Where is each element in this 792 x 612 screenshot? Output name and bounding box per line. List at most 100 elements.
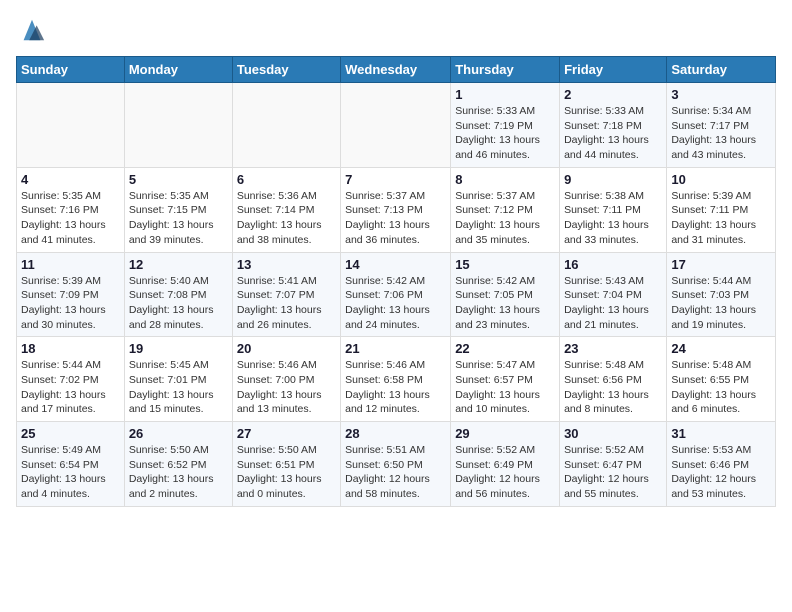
- day-info: Sunrise: 5:53 AM Sunset: 6:46 PM Dayligh…: [671, 443, 771, 502]
- day-number: 28: [345, 426, 446, 441]
- calendar-cell: 5Sunrise: 5:35 AM Sunset: 7:15 PM Daylig…: [124, 167, 232, 252]
- calendar-week-4: 18 Sunrise: 5:44 AM Sunset: 7:02 PM Dayli…: [17, 337, 776, 422]
- calendar-cell: 12Sunrise: 5:40 AM Sunset: 7:08 PM Dayli…: [124, 252, 232, 337]
- calendar-cell: 19 Sunrise: 5:45 AM Sunset: 7:01 PM Dayli…: [124, 337, 232, 422]
- calendar-cell: 22Sunrise: 5:47 AM Sunset: 6:57 PM Dayli…: [451, 337, 560, 422]
- day-info: Sunrise: 5:37 AM Sunset: 7:12 PM Dayligh…: [455, 189, 555, 248]
- day-number: 22: [455, 341, 555, 356]
- logo-icon: [18, 16, 46, 44]
- day-number: 4: [21, 172, 120, 187]
- calendar-cell: 15 Sunrise: 5:42 AM Sunset: 7:05 PM Dayli…: [451, 252, 560, 337]
- day-info: Sunrise: 5:52 AM Sunset: 6:47 PM Dayligh…: [564, 443, 662, 502]
- day-info: Sunrise: 5:46 AM Sunset: 7:00 PM Dayligh…: [237, 358, 336, 417]
- day-info: Sunrise: 5:36 AM Sunset: 7:14 PM Dayligh…: [237, 189, 336, 248]
- day-number: 12: [129, 257, 228, 272]
- calendar-cell: [124, 83, 232, 168]
- day-number: 18: [21, 341, 120, 356]
- calendar-cell: 28 Sunrise: 5:51 AM Sunset: 6:50 PM Dayli…: [341, 422, 451, 507]
- day-number: 6: [237, 172, 336, 187]
- day-number: 27: [237, 426, 336, 441]
- calendar-cell: 30 Sunrise: 5:52 AM Sunset: 6:47 PM Dayli…: [560, 422, 667, 507]
- day-number: 2: [564, 87, 662, 102]
- weekday-header-wednesday: Wednesday: [341, 57, 451, 83]
- day-number: 17: [671, 257, 771, 272]
- day-info: Sunrise: 5:42 AM Sunset: 7:06 PM Dayligh…: [345, 274, 446, 333]
- day-info: Sunrise: 5:35 AM Sunset: 7:16 PM Dayligh…: [21, 189, 120, 248]
- day-number: 20: [237, 341, 336, 356]
- day-info: Sunrise: 5:51 AM Sunset: 6:50 PM Dayligh…: [345, 443, 446, 502]
- weekday-header-monday: Monday: [124, 57, 232, 83]
- calendar-cell: 2 Sunrise: 5:33 AM Sunset: 7:18 PM Daylig…: [560, 83, 667, 168]
- calendar-header: SundayMondayTuesdayWednesdayThursdayFrid…: [17, 57, 776, 83]
- calendar-cell: 24 Sunrise: 5:48 AM Sunset: 6:55 PM Dayli…: [667, 337, 776, 422]
- calendar-cell: 21 Sunrise: 5:46 AM Sunset: 6:58 PM Dayli…: [341, 337, 451, 422]
- calendar-cell: [341, 83, 451, 168]
- day-number: 3: [671, 87, 771, 102]
- day-info: Sunrise: 5:50 AM Sunset: 6:52 PM Dayligh…: [129, 443, 228, 502]
- calendar-cell: 9Sunrise: 5:38 AM Sunset: 7:11 PM Daylig…: [560, 167, 667, 252]
- calendar-cell: 27 Sunrise: 5:50 AM Sunset: 6:51 PM Dayli…: [232, 422, 340, 507]
- day-info: Sunrise: 5:35 AM Sunset: 7:15 PM Dayligh…: [129, 189, 228, 248]
- calendar-cell: 18 Sunrise: 5:44 AM Sunset: 7:02 PM Dayli…: [17, 337, 125, 422]
- calendar-cell: 8 Sunrise: 5:37 AM Sunset: 7:12 PM Daylig…: [451, 167, 560, 252]
- day-number: 21: [345, 341, 446, 356]
- day-info: Sunrise: 5:33 AM Sunset: 7:18 PM Dayligh…: [564, 104, 662, 163]
- day-info: Sunrise: 5:52 AM Sunset: 6:49 PM Dayligh…: [455, 443, 555, 502]
- calendar-cell: 14Sunrise: 5:42 AM Sunset: 7:06 PM Dayli…: [341, 252, 451, 337]
- day-number: 24: [671, 341, 771, 356]
- day-number: 30: [564, 426, 662, 441]
- calendar-cell: 25 Sunrise: 5:49 AM Sunset: 6:54 PM Dayli…: [17, 422, 125, 507]
- calendar-week-5: 25 Sunrise: 5:49 AM Sunset: 6:54 PM Dayli…: [17, 422, 776, 507]
- calendar-cell: 7 Sunrise: 5:37 AM Sunset: 7:13 PM Daylig…: [341, 167, 451, 252]
- header: [16, 16, 776, 44]
- day-number: 23: [564, 341, 662, 356]
- calendar-cell: 26Sunrise: 5:50 AM Sunset: 6:52 PM Dayli…: [124, 422, 232, 507]
- day-info: Sunrise: 5:33 AM Sunset: 7:19 PM Dayligh…: [455, 104, 555, 163]
- calendar-cell: [232, 83, 340, 168]
- day-info: Sunrise: 5:42 AM Sunset: 7:05 PM Dayligh…: [455, 274, 555, 333]
- calendar-cell: 6 Sunrise: 5:36 AM Sunset: 7:14 PM Daylig…: [232, 167, 340, 252]
- calendar-cell: 4 Sunrise: 5:35 AM Sunset: 7:16 PM Daylig…: [17, 167, 125, 252]
- calendar-cell: 31 Sunrise: 5:53 AM Sunset: 6:46 PM Dayli…: [667, 422, 776, 507]
- logo: [16, 16, 46, 44]
- day-number: 11: [21, 257, 120, 272]
- day-number: 29: [455, 426, 555, 441]
- weekday-header-sunday: Sunday: [17, 57, 125, 83]
- day-info: Sunrise: 5:44 AM Sunset: 7:02 PM Dayligh…: [21, 358, 120, 417]
- calendar-cell: 29 Sunrise: 5:52 AM Sunset: 6:49 PM Dayli…: [451, 422, 560, 507]
- day-info: Sunrise: 5:37 AM Sunset: 7:13 PM Dayligh…: [345, 189, 446, 248]
- day-info: Sunrise: 5:34 AM Sunset: 7:17 PM Dayligh…: [671, 104, 771, 163]
- day-number: 10: [671, 172, 771, 187]
- weekday-header-friday: Friday: [560, 57, 667, 83]
- day-number: 1: [455, 87, 555, 102]
- day-info: Sunrise: 5:38 AM Sunset: 7:11 PM Dayligh…: [564, 189, 662, 248]
- page-container: SundayMondayTuesdayWednesdayThursdayFrid…: [0, 0, 792, 515]
- day-info: Sunrise: 5:45 AM Sunset: 7:01 PM Dayligh…: [129, 358, 228, 417]
- day-number: 8: [455, 172, 555, 187]
- day-info: Sunrise: 5:50 AM Sunset: 6:51 PM Dayligh…: [237, 443, 336, 502]
- weekday-header-thursday: Thursday: [451, 57, 560, 83]
- calendar-table: SundayMondayTuesdayWednesdayThursdayFrid…: [16, 56, 776, 507]
- calendar-cell: 23 Sunrise: 5:48 AM Sunset: 6:56 PM Dayli…: [560, 337, 667, 422]
- day-number: 13: [237, 257, 336, 272]
- day-info: Sunrise: 5:48 AM Sunset: 6:55 PM Dayligh…: [671, 358, 771, 417]
- day-number: 15: [455, 257, 555, 272]
- calendar-cell: 10Sunrise: 5:39 AM Sunset: 7:11 PM Dayli…: [667, 167, 776, 252]
- day-info: Sunrise: 5:39 AM Sunset: 7:09 PM Dayligh…: [21, 274, 120, 333]
- day-number: 31: [671, 426, 771, 441]
- day-number: 19: [129, 341, 228, 356]
- day-info: Sunrise: 5:44 AM Sunset: 7:03 PM Dayligh…: [671, 274, 771, 333]
- day-info: Sunrise: 5:46 AM Sunset: 6:58 PM Dayligh…: [345, 358, 446, 417]
- calendar-body: 1 Sunrise: 5:33 AM Sunset: 7:19 PM Daylig…: [17, 83, 776, 507]
- day-info: Sunrise: 5:49 AM Sunset: 6:54 PM Dayligh…: [21, 443, 120, 502]
- calendar-cell: 20 Sunrise: 5:46 AM Sunset: 7:00 PM Dayli…: [232, 337, 340, 422]
- weekday-header-saturday: Saturday: [667, 57, 776, 83]
- day-info: Sunrise: 5:41 AM Sunset: 7:07 PM Dayligh…: [237, 274, 336, 333]
- day-number: 7: [345, 172, 446, 187]
- weekday-row: SundayMondayTuesdayWednesdayThursdayFrid…: [17, 57, 776, 83]
- calendar-cell: 13 Sunrise: 5:41 AM Sunset: 7:07 PM Dayli…: [232, 252, 340, 337]
- calendar-cell: 11 Sunrise: 5:39 AM Sunset: 7:09 PM Dayli…: [17, 252, 125, 337]
- day-number: 25: [21, 426, 120, 441]
- day-info: Sunrise: 5:48 AM Sunset: 6:56 PM Dayligh…: [564, 358, 662, 417]
- calendar-cell: [17, 83, 125, 168]
